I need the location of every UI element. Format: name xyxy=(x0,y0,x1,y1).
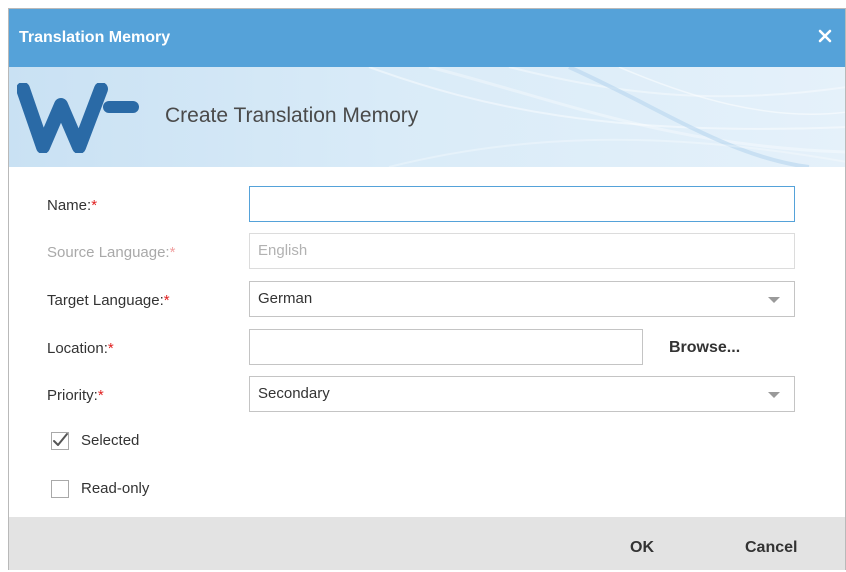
checkmark-icon xyxy=(53,433,68,446)
banner-title: Create Translation Memory xyxy=(165,104,419,127)
priority-label: Priority:* xyxy=(47,387,104,404)
target-language-label: Target Language:* xyxy=(47,292,170,309)
wf-logo xyxy=(17,83,139,153)
translation-memory-dialog: Translation Memory Create Translation Me… xyxy=(8,8,846,570)
target-language-label-text: Target Language: xyxy=(47,292,164,309)
selected-checkbox[interactable] xyxy=(51,432,69,450)
required-mark: * xyxy=(169,244,176,261)
name-input[interactable] xyxy=(249,186,795,222)
required-mark: * xyxy=(163,292,170,309)
target-language-select[interactable]: German xyxy=(249,281,795,317)
source-language-field: English xyxy=(249,233,795,269)
chevron-down-icon xyxy=(768,392,780,398)
source-language-label: Source Language:* xyxy=(47,244,175,261)
target-language-value: German xyxy=(258,290,313,307)
read-only-label: Read-only xyxy=(81,480,150,497)
location-input[interactable] xyxy=(249,329,643,365)
cancel-button[interactable]: Cancel xyxy=(745,539,797,557)
required-mark: * xyxy=(107,340,114,357)
dialog-title: Translation Memory xyxy=(19,29,171,46)
close-button[interactable] xyxy=(815,26,835,46)
close-icon xyxy=(818,29,832,43)
name-label-text: Name: xyxy=(47,197,92,214)
source-language-label-text: Source Language: xyxy=(47,244,170,261)
priority-value: Secondary xyxy=(258,385,330,402)
location-label-text: Location: xyxy=(47,340,108,357)
dialog-banner: Create Translation Memory xyxy=(9,67,845,167)
priority-label-text: Priority: xyxy=(47,387,98,404)
name-label: Name:* xyxy=(47,197,97,214)
required-mark: * xyxy=(91,197,98,214)
dialog-footer: OK Cancel xyxy=(9,517,845,570)
priority-select[interactable]: Secondary xyxy=(249,376,795,412)
required-mark: * xyxy=(97,387,104,404)
chevron-down-icon xyxy=(768,297,780,303)
selected-label: Selected xyxy=(81,432,140,449)
location-label: Location:* xyxy=(47,340,114,357)
browse-button[interactable]: Browse... xyxy=(669,339,740,357)
ok-button[interactable]: OK xyxy=(630,539,654,557)
dialog-titlebar: Translation Memory xyxy=(9,9,845,67)
read-only-checkbox[interactable] xyxy=(51,480,69,498)
